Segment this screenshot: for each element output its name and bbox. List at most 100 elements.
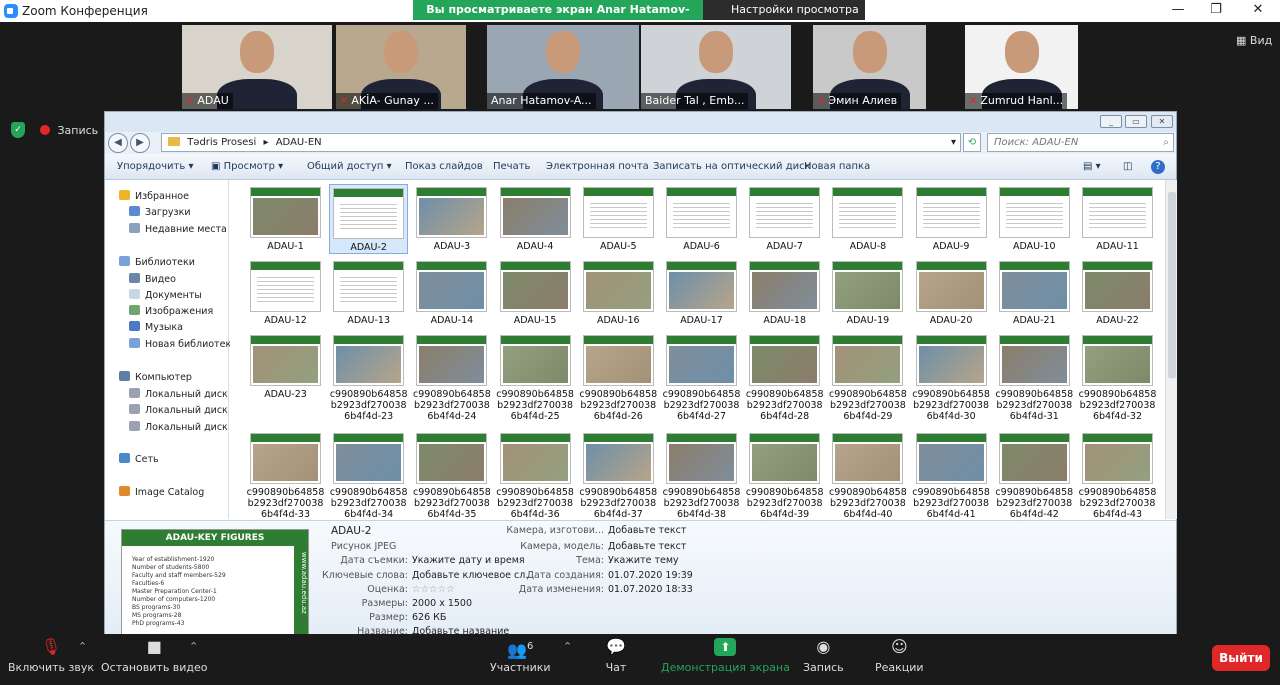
participant-tile[interactable]: ✕ Zumrud Hanl... <box>965 25 1078 109</box>
detail-label: Тема: <box>576 555 604 566</box>
participant-tile[interactable]: ✕ ADAU <box>182 25 332 109</box>
file-thumbnail <box>333 188 405 239</box>
file-item: c990890b64858b2923df2700386b4f4d-43 <box>1078 430 1157 519</box>
file-item: ADAU-22 <box>1078 258 1157 326</box>
slide-photo <box>502 198 568 235</box>
audio-options-chevron-icon[interactable]: ⌃ <box>78 640 87 653</box>
file-item: c990890b64858b2923df2700386b4f4d-32 <box>1078 332 1157 422</box>
close-button[interactable]: ✕ <box>1238 2 1278 17</box>
participant-face <box>699 31 733 73</box>
minimize-button[interactable]: — <box>1158 2 1198 17</box>
file-thumbnail <box>499 187 571 238</box>
slide-header-bar <box>916 336 986 344</box>
file-item: c990890b64858b2923df2700386b4f4d-37 <box>579 430 658 519</box>
file-item: ADAU-5 <box>579 184 658 252</box>
file-thumbnail <box>416 261 488 312</box>
sidebar-item-label: Видео <box>145 274 176 285</box>
sidebar-item-label: Локальный диск (E: <box>145 422 244 433</box>
file-name: c990890b64858b2923df2700386b4f4d-30 <box>912 389 990 422</box>
detail-label: Название: <box>357 626 408 634</box>
participant-tile[interactable]: Anar Hatamov-A... <box>487 25 639 109</box>
slide-text-lines <box>340 274 398 305</box>
file-item: c990890b64858b2923df2700386b4f4d-41 <box>912 430 991 519</box>
explorer-title-bar: _ ▭ ✕ <box>105 112 1176 132</box>
recording-indicator: Запись <box>40 124 98 137</box>
participants-button[interactable]: 👥6 Участники <box>490 638 551 674</box>
security-shield-icon[interactable]: ✓ <box>11 122 25 138</box>
sidebar-item: Музыка <box>129 321 183 333</box>
sidebar-item: Сеть <box>119 453 159 465</box>
file-name: ADAU-7 <box>766 241 803 252</box>
record-button[interactable]: ◉ Запись <box>803 637 844 675</box>
file-thumbnail <box>749 261 821 312</box>
explorer-maximize-icon: ▭ <box>1125 115 1147 128</box>
slide-photo <box>502 272 568 309</box>
slide-text-lines <box>673 200 730 231</box>
slide-header-bar <box>916 262 986 270</box>
file-thumbnail <box>1082 433 1153 484</box>
record-dot-icon <box>40 125 50 135</box>
file-thumbnail <box>915 433 987 484</box>
file-item: ADAU-16 <box>579 258 658 326</box>
address-part-current: ADAU-EN <box>275 137 322 148</box>
file-item: ADAU-12 <box>246 258 325 326</box>
sidebar-item: Локальный диск (D <box>129 404 242 416</box>
participant-name: Zumrud Hanl... <box>980 94 1064 107</box>
preview-pane-icon: ◫ <box>1123 161 1133 172</box>
file-thumbnail <box>499 335 571 386</box>
participant-tile[interactable]: Baider Tal , Emb... <box>641 25 791 109</box>
view-settings-button[interactable]: Настройки просмотра ⌄ <box>703 0 865 36</box>
chat-button[interactable]: 💬 Чат <box>605 638 627 675</box>
explorer-minimize-icon: _ <box>1100 115 1122 128</box>
reactions-button[interactable]: ☺ Реакции <box>875 638 924 675</box>
detail-file-name: ADAU-2 <box>331 525 372 537</box>
file-name: ADAU-3 <box>433 241 471 252</box>
slide-photo <box>669 346 734 383</box>
slide-text-lines <box>922 200 980 231</box>
participant-tile[interactable]: ✕ Эмин Алиев <box>813 25 926 109</box>
video-options-chevron-icon[interactable]: ⌃ <box>189 640 198 653</box>
slide-photo <box>1085 346 1150 383</box>
participant-name: ADAU <box>197 94 229 107</box>
view-button[interactable]: ▦ Вид <box>1236 34 1272 47</box>
participant-tile[interactable]: ✕ AKİA- Gunay ... <box>336 25 466 109</box>
file-name: c990890b64858b2923df2700386b4f4d-35 <box>413 487 491 519</box>
slide-photo <box>1001 346 1067 383</box>
view-button-label: Вид <box>1249 34 1273 47</box>
slide-text-lines <box>340 201 398 232</box>
file-name: c990890b64858b2923df2700386b4f4d-32 <box>1078 389 1157 422</box>
maximize-button[interactable]: ❐ <box>1196 2 1236 17</box>
record-icon: ◉ <box>816 637 831 656</box>
toolbar-email: Электронная почта <box>546 161 649 172</box>
slide-header-bar <box>334 262 404 270</box>
share-screen-button[interactable]: ⬆ Демонстрация экрана <box>661 638 790 674</box>
preview-side-text: www.adau.edu.az <box>294 530 308 634</box>
participants-count: 6 <box>527 641 534 652</box>
file-thumbnail <box>1082 187 1153 238</box>
toolbar-share: Общий доступ ▾ <box>307 161 392 172</box>
slide-photo <box>918 346 984 383</box>
leave-meeting-button[interactable]: Выйти <box>1212 645 1270 671</box>
file-item: ADAU-1 <box>246 184 325 252</box>
toolbar-organize-label: Упорядочить <box>117 161 186 172</box>
file-thumbnail <box>915 335 987 386</box>
file-name: c990890b64858b2923df2700386b4f4d-40 <box>829 487 907 519</box>
file-name: c990890b64858b2923df2700386b4f4d-42 <box>995 487 1074 519</box>
file-thumbnail <box>416 187 488 238</box>
slide-photo <box>1085 444 1150 481</box>
slide-header-bar <box>500 188 570 196</box>
participants-label: Участники <box>490 661 551 674</box>
detail-label: Дата создания: <box>526 570 604 581</box>
slide-header-bar <box>750 262 820 270</box>
toolbar-share-label: Общий доступ <box>307 161 384 172</box>
preview-line: Year of establishment-1920 <box>132 556 215 563</box>
detail-value: 2000 x 1500 <box>412 598 473 609</box>
sidebar-item: Избранное <box>119 190 189 202</box>
preview-line: Number of students-5800 <box>132 564 210 571</box>
participants-options-chevron-icon[interactable]: ⌃ <box>563 640 572 653</box>
file-item: c990890b64858b2923df2700386b4f4d-24 <box>412 332 491 422</box>
sidebar-item: Новая библиотека <box>129 338 237 350</box>
file-item: c990890b64858b2923df2700386b4f4d-34 <box>329 430 408 519</box>
slide-header-bar <box>750 434 820 442</box>
file-item: ADAU-8 <box>828 184 907 252</box>
